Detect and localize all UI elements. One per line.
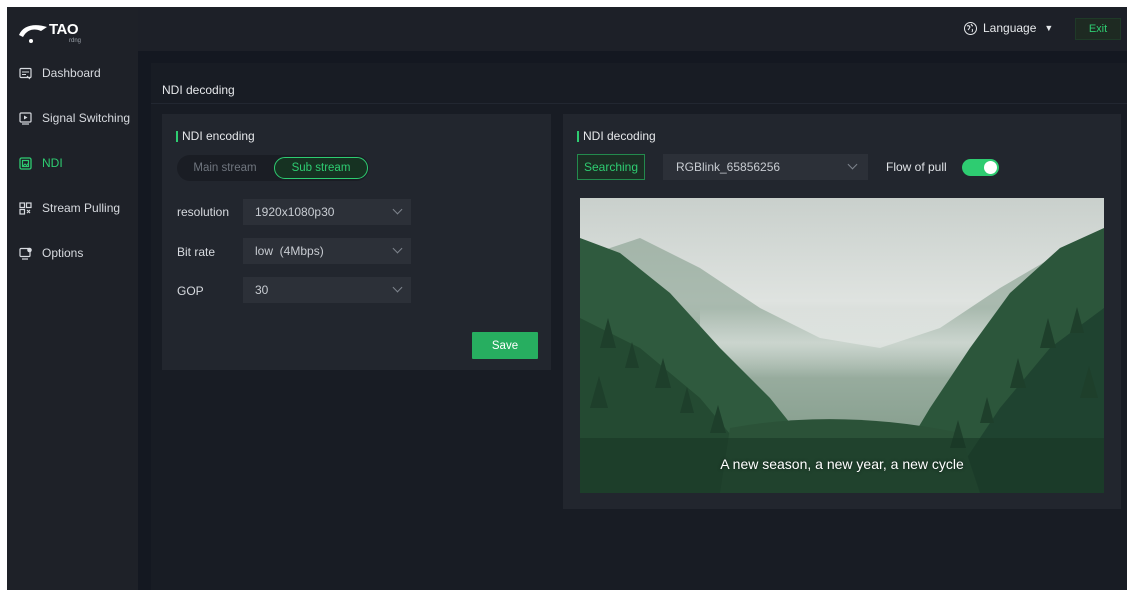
ndi-source-select[interactable]: RGBlink_65856256 [663, 154, 868, 180]
chevron-down-icon [392, 282, 403, 293]
stream-pulling-icon [19, 201, 32, 215]
bitrate-select[interactable]: low (4Mbps) [243, 238, 411, 264]
toggle-knob [984, 161, 997, 174]
panel-title: NDI encoding [176, 129, 255, 143]
sidebar-item-ndi[interactable]: NDI [19, 153, 63, 173]
video-preview: A new season, a new year, a new cycle [580, 198, 1104, 493]
sidebar-item-label: Options [42, 246, 84, 260]
logo: TAO rdng [17, 19, 87, 45]
save-button[interactable]: Save [472, 332, 538, 359]
bitrate-value: low (4Mbps) [255, 244, 324, 258]
sidebar-item-label: Stream Pulling [42, 201, 121, 215]
forest-preview-image [580, 198, 1104, 493]
ndi-icon [19, 156, 32, 170]
logo-text: TAO [49, 21, 79, 38]
gop-label: GOP [177, 284, 204, 298]
logo-icon [19, 25, 47, 43]
resolution-select[interactable]: 1920x1080p30 [243, 199, 411, 225]
divider [151, 103, 1127, 104]
sidebar-item-label: Dashboard [42, 66, 101, 80]
exit-button[interactable]: Exit [1075, 18, 1121, 40]
sub-stream-tab[interactable]: Sub stream [274, 157, 368, 179]
sidebar-item-stream-pulling[interactable]: Stream Pulling [19, 198, 120, 218]
sidebar-item-signal-switching[interactable]: Signal Switching [19, 108, 130, 128]
flow-of-pull-label: Flow of pull [886, 160, 947, 174]
bitrate-label: Bit rate [177, 245, 216, 259]
stream-toggle: Main stream Sub stream [177, 155, 369, 181]
page-title: NDI decoding [162, 83, 235, 97]
chevron-down-icon [392, 243, 403, 254]
ndi-source-value: RGBlink_65856256 [676, 160, 781, 174]
globe-icon [964, 21, 977, 35]
flow-of-pull-toggle[interactable] [962, 159, 999, 176]
gop-select[interactable]: 30 [243, 277, 411, 303]
ndi-encoding-panel: NDI encoding Main stream Sub stream reso… [162, 114, 551, 370]
gop-value: 30 [255, 283, 269, 297]
sidebar-item-dashboard[interactable]: Dashboard [19, 63, 101, 83]
accent-bar [577, 130, 579, 142]
main-content: NDI decoding NDI encoding Main stream Su… [151, 63, 1127, 590]
panel-title: NDI decoding [577, 129, 656, 143]
dashboard-icon [19, 67, 32, 80]
chevron-down-icon [392, 204, 403, 215]
panel-title-text: NDI encoding [182, 129, 255, 143]
language-selector[interactable]: Language ▼ [964, 21, 1053, 35]
ndi-decoding-panel: NDI decoding Searching RGBlink_65856256 … [563, 114, 1121, 509]
caret-down-icon: ▼ [1044, 23, 1054, 33]
logo-subtext: rdng [69, 38, 82, 44]
signal-switching-icon [19, 111, 32, 125]
app-frame: TAO rdng Dashboard Signal Switching NDI … [7, 7, 1127, 590]
main-stream-tab[interactable]: Main stream [177, 155, 273, 181]
searching-button[interactable]: Searching [577, 154, 645, 180]
preview-caption: A new season, a new year, a new cycle [720, 456, 964, 472]
options-icon [19, 247, 32, 260]
resolution-value: 1920x1080p30 [255, 205, 335, 219]
chevron-down-icon [847, 159, 858, 170]
language-label: Language [983, 21, 1037, 35]
resolution-label: resolution [177, 205, 230, 219]
sidebar: TAO rdng Dashboard Signal Switching NDI … [7, 7, 138, 590]
accent-bar [176, 130, 178, 142]
sidebar-item-options[interactable]: Options [19, 243, 83, 263]
sidebar-item-label: Signal Switching [42, 111, 131, 125]
sidebar-item-label: NDI [42, 156, 63, 170]
panel-title-text: NDI decoding [583, 129, 656, 143]
top-bar: Language ▼ Exit [138, 7, 1127, 51]
